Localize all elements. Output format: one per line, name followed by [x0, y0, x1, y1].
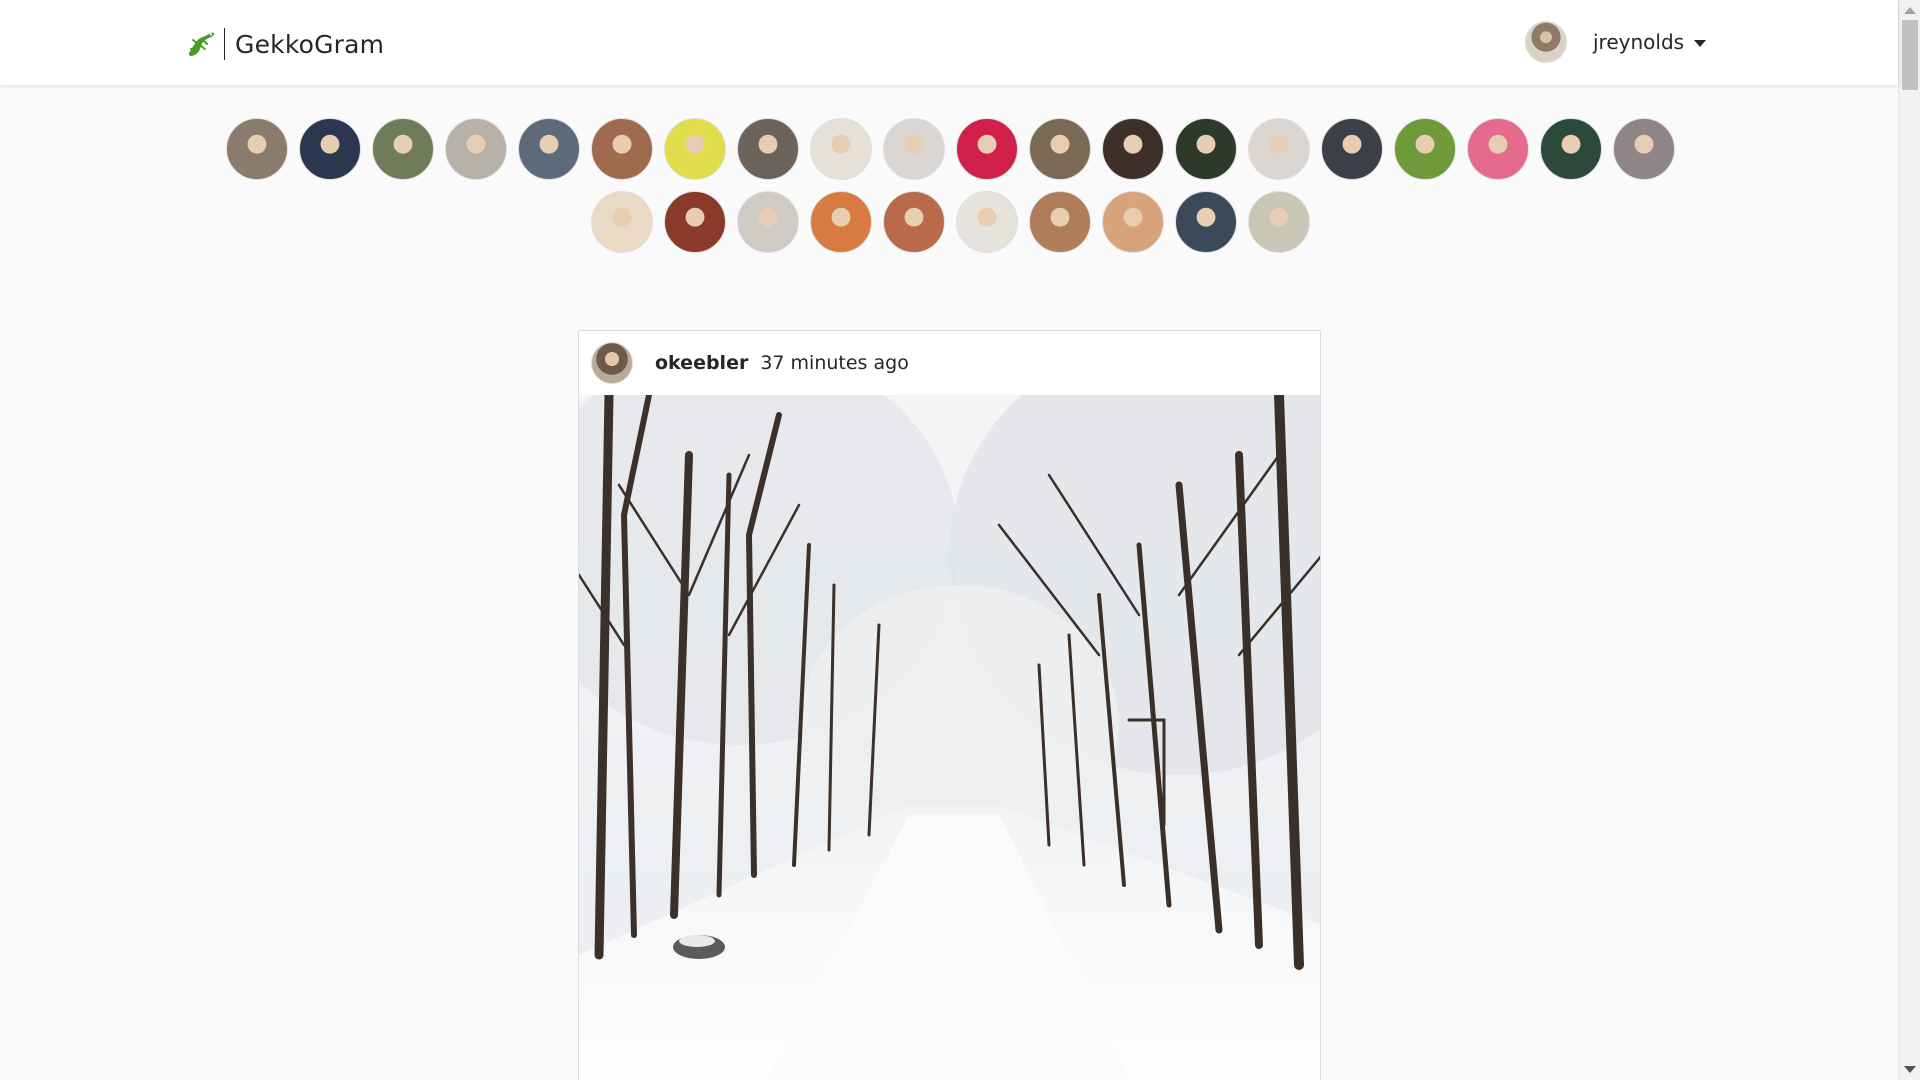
current-username[interactable]: jreynolds: [1593, 30, 1684, 54]
brand-link[interactable]: GekkoGram: [184, 24, 384, 64]
story-avatar-5[interactable]: [517, 118, 580, 180]
story-avatar-13[interactable]: [1101, 118, 1164, 180]
story-avatar-27[interactable]: [1028, 191, 1091, 253]
story-avatar-3[interactable]: [371, 118, 434, 180]
brand-divider: [224, 28, 225, 60]
chevron-down-icon[interactable]: [1694, 39, 1707, 47]
story-avatar-12[interactable]: [1028, 118, 1091, 180]
avatar-row: [220, 118, 1680, 180]
story-avatar-26[interactable]: [955, 191, 1018, 253]
story-avatar-16[interactable]: [1320, 118, 1383, 180]
post-image[interactable]: [579, 395, 1320, 1080]
scroll-up-arrow-icon[interactable]: [1904, 7, 1916, 14]
story-avatar-11[interactable]: [955, 118, 1018, 180]
story-avatar-19[interactable]: [1539, 118, 1602, 180]
post-header: okeebler 37 minutes ago: [579, 331, 1320, 395]
story-avatar-14[interactable]: [1174, 118, 1237, 180]
story-avatar-15[interactable]: [1247, 118, 1310, 180]
post-author-avatar[interactable]: [591, 342, 633, 384]
story-avatar-24[interactable]: [809, 191, 872, 253]
brand-name: GekkoGram: [235, 29, 385, 59]
scroll-down-arrow-icon[interactable]: [1904, 1066, 1916, 1073]
scrollbar-thumb[interactable]: [1902, 20, 1918, 90]
post-timestamp: 37 minutes ago: [760, 352, 909, 374]
story-avatar-1[interactable]: [225, 118, 288, 180]
story-avatar-9[interactable]: [809, 118, 872, 180]
top-navbar: GekkoGram jreynolds: [0, 0, 1898, 85]
page-scrollbar[interactable]: [1898, 0, 1920, 1080]
story-avatar-30[interactable]: [1247, 191, 1310, 253]
story-avatar-29[interactable]: [1174, 191, 1237, 253]
story-avatar-8[interactable]: [736, 118, 799, 180]
post-author-username[interactable]: okeebler: [655, 352, 748, 374]
story-avatar-4[interactable]: [444, 118, 507, 180]
story-avatar-7[interactable]: [663, 118, 726, 180]
story-avatar-22[interactable]: [663, 191, 726, 253]
story-avatar-23[interactable]: [736, 191, 799, 253]
current-user-avatar[interactable]: [1525, 21, 1567, 63]
story-avatar-10[interactable]: [882, 118, 945, 180]
story-avatar-18[interactable]: [1466, 118, 1529, 180]
user-avatar-strip: [220, 118, 1680, 264]
avatar-row: [220, 191, 1680, 253]
story-avatar-2[interactable]: [298, 118, 361, 180]
story-avatar-21[interactable]: [590, 191, 653, 253]
gecko-logo-icon: [188, 32, 215, 56]
story-avatar-17[interactable]: [1393, 118, 1456, 180]
story-avatar-25[interactable]: [882, 191, 945, 253]
post-card: okeebler 37 minutes ago: [578, 330, 1321, 1080]
story-avatar-6[interactable]: [590, 118, 653, 180]
story-avatar-20[interactable]: [1612, 118, 1675, 180]
user-menu-dropdown[interactable]: jreynolds: [1525, 21, 1707, 63]
story-avatar-28[interactable]: [1101, 191, 1164, 253]
snowy-forest-photo: [579, 395, 1320, 1080]
